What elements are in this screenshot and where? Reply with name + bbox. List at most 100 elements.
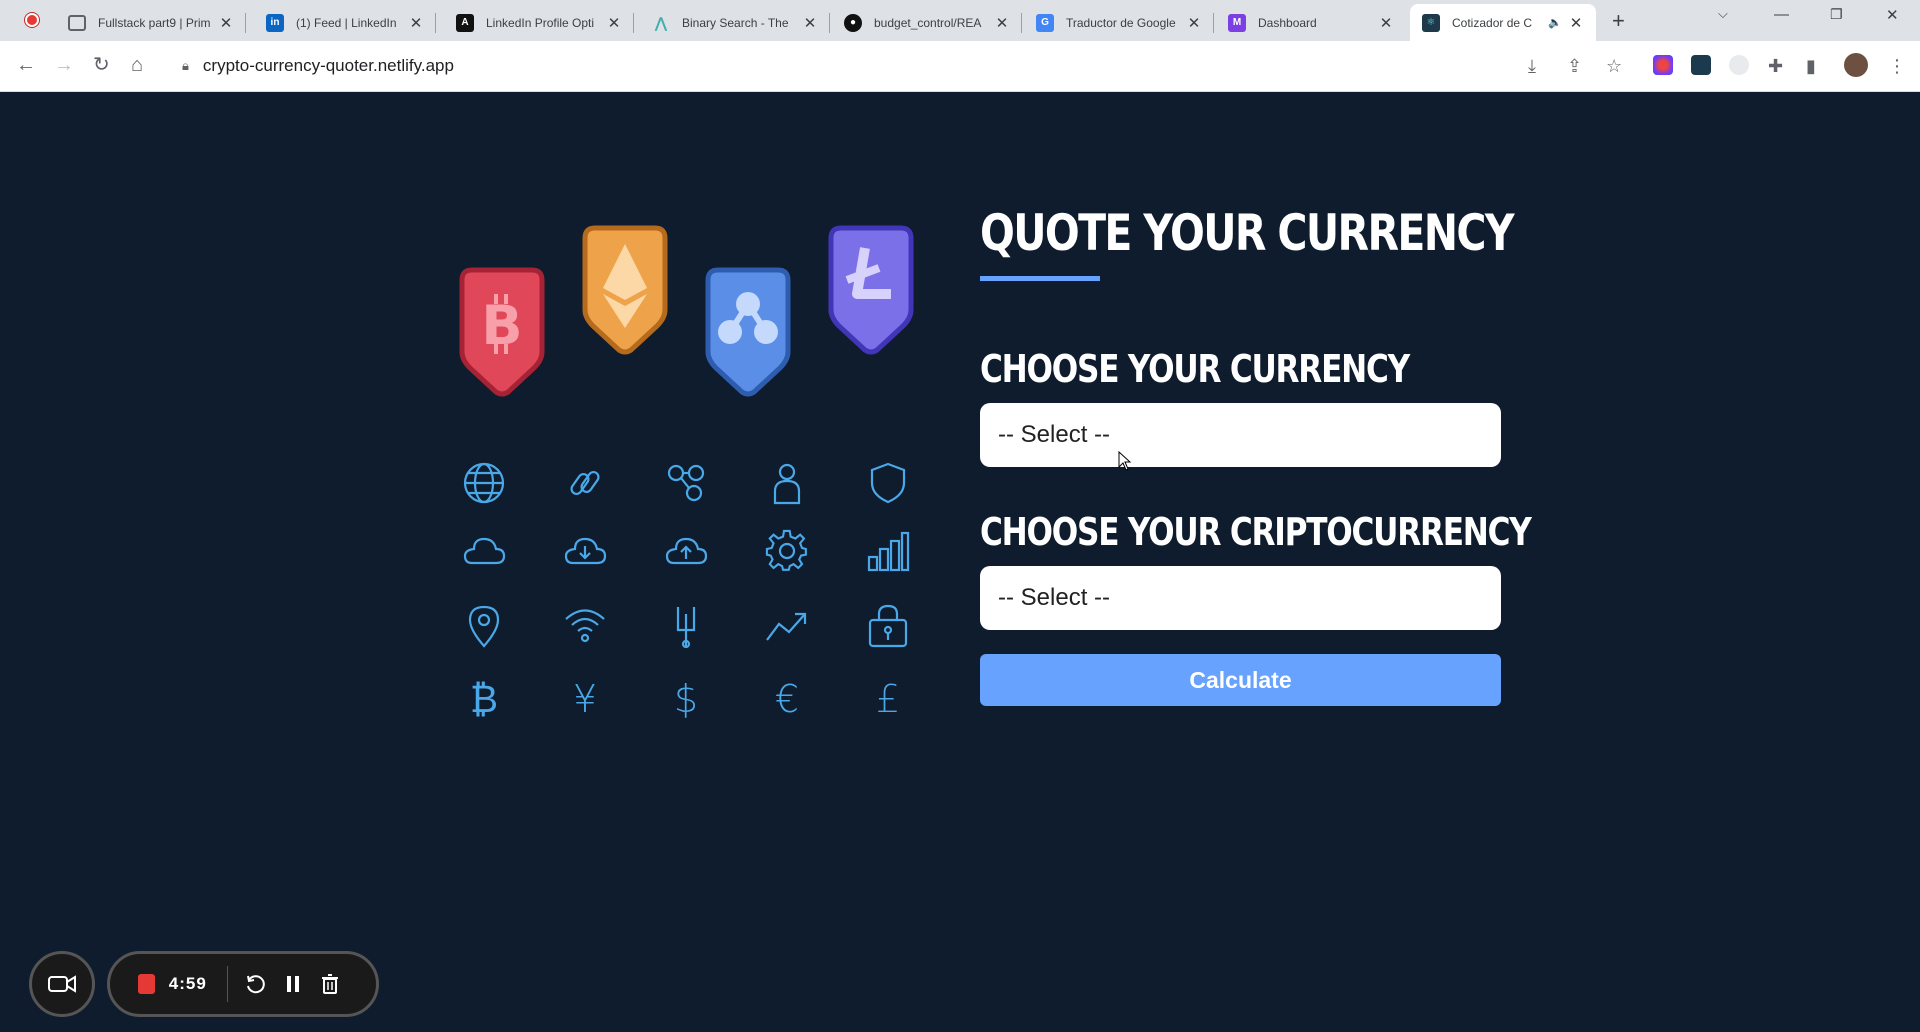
link-icon — [559, 457, 611, 509]
pound-sign-icon: £ — [875, 677, 901, 721]
address-bar[interactable]: 🔒︎ crypto-currency-quoter.netlify.app — [170, 48, 1490, 84]
tab-title: Binary Search - The — [682, 15, 789, 30]
minimize-icon[interactable]: — — [1774, 6, 1789, 23]
tab-search-chevron-icon[interactable]: ⌵ — [1718, 6, 1728, 22]
euro-sign-icon: € — [774, 677, 800, 721]
cloud-upload-icon — [660, 525, 712, 577]
close-icon[interactable]: ✕ — [408, 14, 424, 32]
mouse-cursor-icon — [1118, 451, 1132, 471]
extensions-puzzle-icon[interactable]: ✚ — [1768, 56, 1783, 76]
translate-icon: G — [1036, 13, 1054, 32]
recording-controls: 4:59 — [107, 951, 379, 1017]
bookmark-star-icon[interactable]: ☆ — [1606, 56, 1622, 76]
bitcoin-sign-icon: ₿ — [469, 676, 499, 721]
crypto-label: CHOOSE YOUR CRIPTOCURRENCY — [980, 510, 1532, 554]
video-camera-icon — [48, 975, 76, 993]
bitcoin-icon: B — [459, 267, 545, 397]
gear-icon — [761, 525, 813, 577]
crypto-select[interactable]: -- Select -- — [980, 566, 1501, 630]
bar-chart-icon — [862, 525, 914, 577]
tab-github[interactable]: ● budget_control/REA ✕ — [832, 4, 1022, 41]
tab-cotizador[interactable]: ⚛ Cotizador de C 🔈 ✕ — [1410, 4, 1596, 41]
restart-icon[interactable] — [244, 970, 267, 998]
ethereum-icon — [582, 225, 668, 355]
recording-indicator-icon — [25, 13, 39, 27]
share-icon[interactable]: ⇪ — [1567, 56, 1582, 76]
close-icon[interactable]: ✕ — [1186, 14, 1202, 32]
tab-strip: Fullstack part9 | Prim ✕ in (1) Feed | L… — [0, 0, 1920, 41]
lock-icon[interactable]: 🔒︎ — [182, 58, 189, 74]
tab-binary-search[interactable]: ⋀ Binary Search - The ✕ — [640, 4, 830, 41]
close-icon[interactable]: ✕ — [1378, 14, 1394, 32]
padlock-icon — [862, 600, 914, 652]
tab-linkedin-feed[interactable]: in (1) Feed | LinkedIn ✕ — [254, 4, 436, 41]
tab-title: (1) Feed | LinkedIn — [296, 15, 397, 30]
currency-label: CHOOSE YOUR CURRENCY — [980, 347, 1410, 391]
trash-icon[interactable] — [319, 970, 342, 998]
user-icon — [761, 457, 813, 509]
page-content: B ₿ ¥ $ € £ QUOTE YOUR CURRENCY CHOOSE Y… — [0, 92, 1920, 1032]
calculate-button[interactable]: Calculate — [980, 654, 1501, 706]
page-title: QUOTE YOUR CURRENCY — [980, 204, 1515, 262]
window-close-icon[interactable]: ✕ — [1886, 6, 1899, 24]
tab-title: LinkedIn Profile Opti — [486, 15, 595, 30]
cloud-download-icon — [559, 525, 611, 577]
url-text: crypto-currency-quoter.netlify.app — [202, 56, 454, 75]
close-icon[interactable]: ✕ — [218, 14, 234, 32]
stop-recording-button[interactable] — [138, 974, 155, 994]
home-icon[interactable]: ⌂ — [131, 55, 143, 75]
extension-color-icon[interactable] — [1653, 55, 1673, 75]
close-icon[interactable]: ✕ — [802, 14, 818, 32]
side-panel-icon[interactable]: ▮ — [1806, 56, 1816, 76]
svg-text:B: B — [481, 294, 522, 357]
recording-timer: 4:59 — [168, 974, 207, 993]
install-icon[interactable]: ⤓ — [1528, 56, 1536, 76]
tab-translate[interactable]: G Traductor de Google ✕ — [1024, 4, 1214, 41]
close-icon[interactable]: ✕ — [1568, 14, 1584, 32]
tab-fullstack[interactable]: Fullstack part9 | Prim ✕ — [56, 4, 246, 41]
linkedin-icon: in — [266, 13, 284, 32]
a-logo-icon: A — [456, 13, 474, 32]
back-icon[interactable]: ← — [16, 55, 36, 75]
github-icon: ● — [844, 13, 862, 32]
close-icon[interactable]: ✕ — [606, 14, 622, 32]
reload-icon[interactable]: ↻ — [93, 55, 110, 75]
wifi-icon — [559, 600, 611, 652]
globe-icon — [458, 457, 510, 509]
cloud-icon — [458, 525, 510, 577]
new-tab-button[interactable]: + — [1612, 8, 1625, 34]
camera-toggle-button[interactable] — [29, 951, 95, 1017]
audio-playing-icon[interactable]: 🔈 — [1548, 16, 1562, 29]
algo-icon: ⋀ — [654, 14, 668, 32]
usb-plug-icon — [660, 600, 712, 652]
molecule-icon — [660, 457, 712, 509]
tab-linkedin-profile[interactable]: A LinkedIn Profile Opti ✕ — [444, 4, 634, 41]
shield-icon — [862, 457, 914, 509]
close-icon[interactable]: ✕ — [994, 14, 1010, 32]
menu-kebab-icon[interactable]: ⋮ — [1888, 56, 1906, 76]
restore-icon[interactable]: ❐ — [1830, 6, 1843, 23]
dollar-sign-icon: $ — [673, 677, 699, 721]
react-icon: ⚛ — [1422, 13, 1440, 32]
ripple-icon — [705, 267, 791, 397]
trend-up-icon — [761, 600, 813, 652]
extension-gray-icon[interactable] — [1729, 55, 1749, 75]
tab-title: Dashboard — [1258, 15, 1317, 30]
yen-sign-icon: ¥ — [572, 677, 598, 721]
currency-select[interactable]: -- Select -- — [980, 403, 1501, 467]
pause-icon[interactable] — [281, 970, 304, 998]
toolbar: ← → ↻ ⌂ 🔒︎ crypto-currency-quoter.netlif… — [0, 41, 1920, 92]
tab-title: budget_control/REA — [874, 15, 982, 30]
tab-title: Cotizador de C — [1452, 15, 1533, 30]
forward-icon[interactable]: → — [54, 55, 74, 75]
tab-title: Traductor de Google — [1066, 15, 1176, 30]
title-underline — [980, 276, 1100, 281]
litecoin-icon — [828, 225, 914, 355]
tab-dashboard[interactable]: M Dashboard ✕ — [1216, 4, 1406, 41]
page-icon — [68, 14, 86, 31]
avatar[interactable] — [1844, 53, 1868, 77]
location-pin-icon — [458, 600, 510, 652]
tab-title: Fullstack part9 | Prim — [98, 15, 211, 30]
react-devtools-icon[interactable] — [1691, 55, 1711, 75]
dashboard-icon: M — [1228, 13, 1246, 32]
